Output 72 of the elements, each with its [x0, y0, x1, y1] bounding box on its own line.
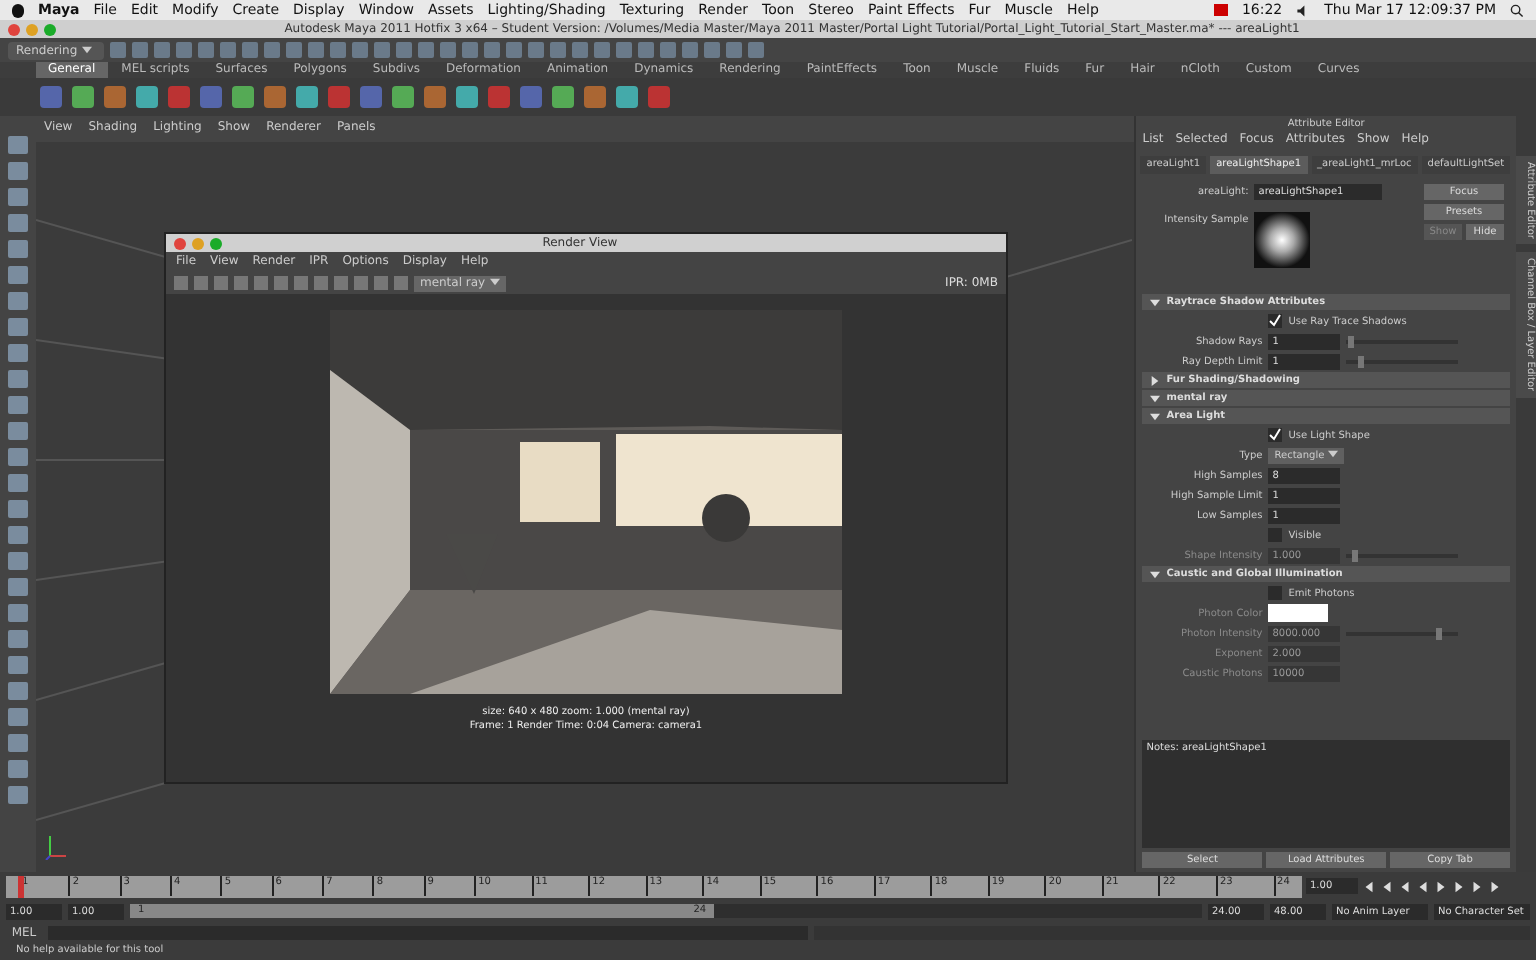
tool-icon[interactable]	[7, 630, 28, 648]
checkbox[interactable]	[1268, 586, 1283, 600]
caret-icon[interactable]	[1150, 297, 1161, 307]
shelf-tool-icon[interactable]	[40, 86, 62, 108]
minimize-icon[interactable]	[191, 237, 204, 249]
shelf-tool-icon[interactable]	[392, 86, 414, 108]
tool-icon[interactable]	[7, 396, 28, 414]
shelf-tool-icon[interactable]	[72, 86, 94, 108]
tool-icon[interactable]	[7, 266, 28, 284]
checkbox[interactable]	[1268, 528, 1283, 542]
checkbox[interactable]	[1268, 314, 1283, 328]
shelf-tool-icon[interactable]	[616, 86, 638, 108]
tool-icon[interactable]	[7, 422, 28, 440]
intensity-sample-swatch	[1254, 212, 1311, 268]
shelf-tool-icon[interactable]	[296, 86, 318, 108]
shelf-tool-icon[interactable]	[232, 86, 254, 108]
shelf-tool-icon[interactable]	[104, 86, 126, 108]
tool-icon[interactable]	[7, 292, 28, 310]
shelf-tool-icon[interactable]	[136, 86, 158, 108]
caret-icon	[1327, 450, 1338, 459]
zoom-icon[interactable]	[209, 237, 222, 249]
zoom-icon[interactable]	[44, 23, 56, 35]
shelf-tool-icon[interactable]	[360, 86, 382, 108]
tool-icon[interactable]	[7, 760, 28, 778]
tool-icon[interactable]	[7, 552, 28, 570]
caret-icon	[81, 45, 92, 54]
color-swatch[interactable]	[1268, 604, 1329, 622]
shelf-tool-icon[interactable]	[328, 86, 350, 108]
caret-icon[interactable]	[1150, 569, 1161, 579]
tool-icon[interactable]	[7, 474, 28, 492]
tool-icon[interactable]	[7, 318, 28, 336]
tool-icon[interactable]	[7, 500, 28, 518]
tool-icon[interactable]	[7, 786, 28, 804]
tool-icon[interactable]	[7, 344, 28, 362]
shelf-tool-icon[interactable]	[456, 86, 478, 108]
shelf-tool-icon[interactable]	[520, 86, 542, 108]
caret-icon[interactable]	[1150, 375, 1161, 385]
tool-icon[interactable]	[7, 136, 28, 154]
slider-handle[interactable]	[1357, 355, 1364, 367]
tool-icon[interactable]	[7, 656, 28, 674]
tool-icon[interactable]	[7, 162, 28, 180]
shelf-tool-icon[interactable]	[200, 86, 222, 108]
shelf-tool-icon[interactable]	[168, 86, 190, 108]
search-icon[interactable]	[1510, 3, 1524, 17]
checkbox[interactable]	[1268, 428, 1283, 442]
shelf-tool-icon[interactable]	[552, 86, 574, 108]
tool-icon[interactable]	[7, 240, 28, 258]
apple-icon[interactable]	[12, 3, 24, 17]
current-frame-marker[interactable]	[18, 875, 24, 897]
axis-icon	[43, 832, 68, 860]
close-icon[interactable]	[8, 23, 20, 35]
caret-icon[interactable]	[1150, 393, 1161, 403]
caret-icon	[489, 277, 500, 286]
tool-icon[interactable]	[7, 734, 28, 752]
tool-icon[interactable]	[7, 188, 28, 206]
tool-icon[interactable]	[7, 708, 28, 726]
shelf-tool-icon[interactable]	[584, 86, 606, 108]
slider-handle[interactable]	[1348, 335, 1355, 347]
tool-icon[interactable]	[7, 370, 28, 388]
shelf-tool-icon[interactable]	[488, 86, 510, 108]
tool-icon[interactable]	[7, 214, 28, 232]
close-icon[interactable]	[173, 237, 186, 249]
tool-icon[interactable]	[7, 682, 28, 700]
tool-icon[interactable]	[7, 578, 28, 596]
tool-icon[interactable]	[7, 448, 28, 466]
shelf-tool-icon[interactable]	[424, 86, 446, 108]
minimize-icon[interactable]	[26, 23, 38, 35]
caret-icon[interactable]	[1150, 411, 1161, 421]
shelf-tool-icon[interactable]	[648, 86, 670, 108]
tool-icon[interactable]	[7, 526, 28, 544]
tool-icon[interactable]	[7, 604, 28, 622]
shelf-tool-icon[interactable]	[264, 86, 286, 108]
